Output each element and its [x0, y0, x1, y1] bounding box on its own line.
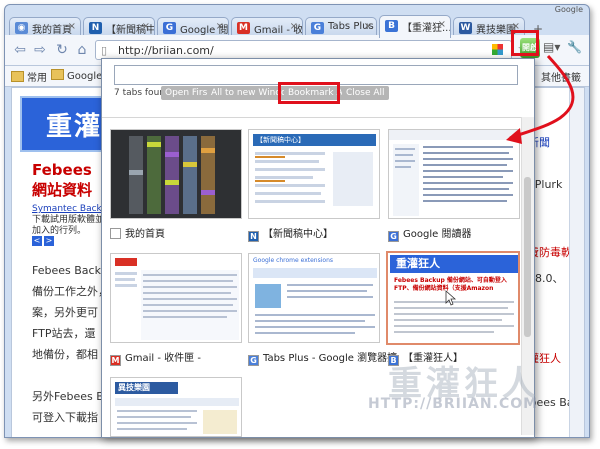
- close-tab-icon[interactable]: ×: [216, 21, 224, 32]
- body-line: 地備份，都相: [32, 348, 98, 361]
- body-line: 備份工作之外，: [32, 285, 109, 298]
- tab-news[interactable]: N 【新聞稿中... ×: [83, 17, 155, 37]
- body-line: Febees Back: [32, 264, 101, 277]
- thumb-caption-home[interactable]: 我的首頁: [110, 225, 165, 240]
- tabsplus-thumb-header: Google chrome extensions: [253, 257, 333, 264]
- briian-tab-icon: B: [385, 20, 398, 32]
- caption-text: Gmail - 收件匣 -: [125, 353, 201, 364]
- yiji-tab-icon: W: [459, 22, 472, 34]
- news-icon: N: [248, 231, 259, 242]
- folder-icon: [11, 71, 24, 82]
- pager-next-icon[interactable]: >: [44, 236, 54, 246]
- bookmark-label: 常用: [27, 73, 47, 84]
- body-line: 另外Febees B: [32, 390, 104, 403]
- close-tab-icon[interactable]: ×: [142, 21, 150, 32]
- popup-separator: [102, 117, 522, 118]
- tab-tabs-plus[interactable]: G Tabs Plus ... ×: [305, 17, 377, 37]
- highlight-extension-button: [511, 30, 539, 56]
- highlight-bookmark-all: [278, 82, 340, 104]
- thumb-caption-google-reader[interactable]: G Google 閱讀器: [388, 225, 471, 242]
- caption-text: Tabs Plus - Google 瀏覽器擴: [263, 353, 398, 364]
- tab-google-reader[interactable]: G Google 閱... ×: [157, 17, 229, 37]
- thumb-caption-news[interactable]: N 【新聞稿中心】: [248, 225, 333, 242]
- body-line: 案，另外更可: [32, 306, 98, 319]
- caption-text: 【新聞稿中心】: [263, 229, 333, 240]
- scrollbar-thumb[interactable]: [524, 177, 531, 337]
- pager-prev-icon[interactable]: <: [32, 236, 42, 246]
- google-reader-tab-icon: G: [163, 22, 176, 34]
- tab-home[interactable]: ◉ 我的首頁 ×: [9, 17, 81, 37]
- body-line: FTP站去，還: [32, 327, 96, 340]
- tabs-plus-thumbnail-image: [253, 268, 377, 334]
- back-icon[interactable]: ⇦: [11, 41, 29, 59]
- caption-text: 我的首頁: [125, 229, 165, 240]
- home-icon[interactable]: ⌂: [73, 41, 91, 59]
- news-tab-icon: N: [89, 22, 102, 34]
- ad-text: 下載試用版軟體並加入的行列。: [32, 215, 105, 236]
- wrench-icon[interactable]: 🔧: [567, 40, 582, 54]
- thumb-google-reader[interactable]: [388, 129, 520, 219]
- caption-text: Google 閱讀器: [403, 229, 472, 240]
- body-line: [32, 365, 109, 386]
- watermark-url: HTTP://BRIIAN.COM: [368, 396, 539, 412]
- news-thumb-header: 【新聞稿中心】: [253, 134, 376, 146]
- reload-icon[interactable]: ↻: [53, 41, 71, 59]
- post-title-line2: 網站資料: [32, 181, 93, 199]
- post-title-line1: Febees: [32, 161, 92, 179]
- post-title[interactable]: Febees 網站資料: [32, 160, 92, 200]
- tab-gmail[interactable]: M Gmail - 收... ×: [231, 17, 303, 37]
- tab-strip: ◉ 我的首頁 × N 【新聞稿中... × G Google 閱... × M …: [5, 11, 589, 38]
- yiji-thumb-header: 異技樂園: [115, 382, 178, 394]
- thumb-tabs-plus[interactable]: Google chrome extensions: [248, 253, 380, 343]
- gmail-tab-icon: M: [237, 22, 250, 34]
- thumb-briian[interactable]: 重灌狂人 Febees Backup 備份網站、可自動登入FTP、備份網站資料（…: [386, 251, 520, 345]
- google-reader-icon: G: [388, 231, 399, 242]
- forward-icon[interactable]: ⇨: [31, 41, 49, 59]
- home-thumbnail-image: [129, 136, 215, 214]
- url-text: http://briian.com/: [118, 44, 214, 57]
- close-tab-icon[interactable]: ×: [68, 21, 76, 32]
- close-tab-icon[interactable]: ×: [364, 21, 372, 32]
- thumb-caption-tabs-plus[interactable]: G Tabs Plus - Google 瀏覽器擴: [248, 349, 397, 366]
- folder-icon: [51, 69, 64, 80]
- other-bookmarks[interactable]: 其他書籤: [541, 69, 581, 84]
- gmail-icon: M: [110, 355, 121, 366]
- briian-thumbnail-image: [394, 290, 514, 333]
- extension-icon[interactable]: [492, 44, 503, 55]
- tabs-plus-tab-icon: G: [311, 22, 324, 34]
- page-icon: ▯: [101, 44, 108, 57]
- page-scrollbar[interactable]: [569, 88, 584, 437]
- bookmark-folder-google[interactable]: Google: [51, 69, 102, 82]
- page-menu-icon[interactable]: ▤▾: [543, 40, 560, 54]
- bookmark-label: Google: [67, 71, 103, 82]
- tab-briian[interactable]: B 【重灌狂... ×: [379, 15, 451, 38]
- tabs-plus-icon: G: [248, 355, 259, 366]
- ad-pager: < >: [32, 236, 56, 246]
- close-all-button[interactable]: Close All: [342, 86, 389, 100]
- thumb-yiji[interactable]: 異技樂園: [110, 377, 242, 437]
- bookmark-folder-common[interactable]: 常用: [11, 69, 47, 84]
- blank-page-icon: [110, 228, 121, 239]
- google-reader-thumbnail-image: [389, 130, 519, 216]
- thumb-home[interactable]: [110, 129, 242, 219]
- home-tab-icon: ◉: [15, 22, 28, 34]
- gmail-thumbnail-image: [115, 258, 239, 340]
- thumb-gmail[interactable]: [110, 253, 242, 343]
- thumb-news[interactable]: 【新聞稿中心】: [248, 129, 380, 219]
- close-tab-icon[interactable]: ×: [290, 21, 298, 32]
- close-tab-icon[interactable]: ×: [438, 19, 446, 30]
- body-line: 可登入下載指: [32, 411, 98, 424]
- address-bar[interactable]: ▯ http://briian.com/ ☆: [95, 40, 529, 60]
- thumb-caption-gmail[interactable]: M Gmail - 收件匣 -: [110, 349, 201, 366]
- article-body: Febees Back 備份工作之外， 案，另外更可 FTP站去，還 地備份，都…: [32, 260, 109, 428]
